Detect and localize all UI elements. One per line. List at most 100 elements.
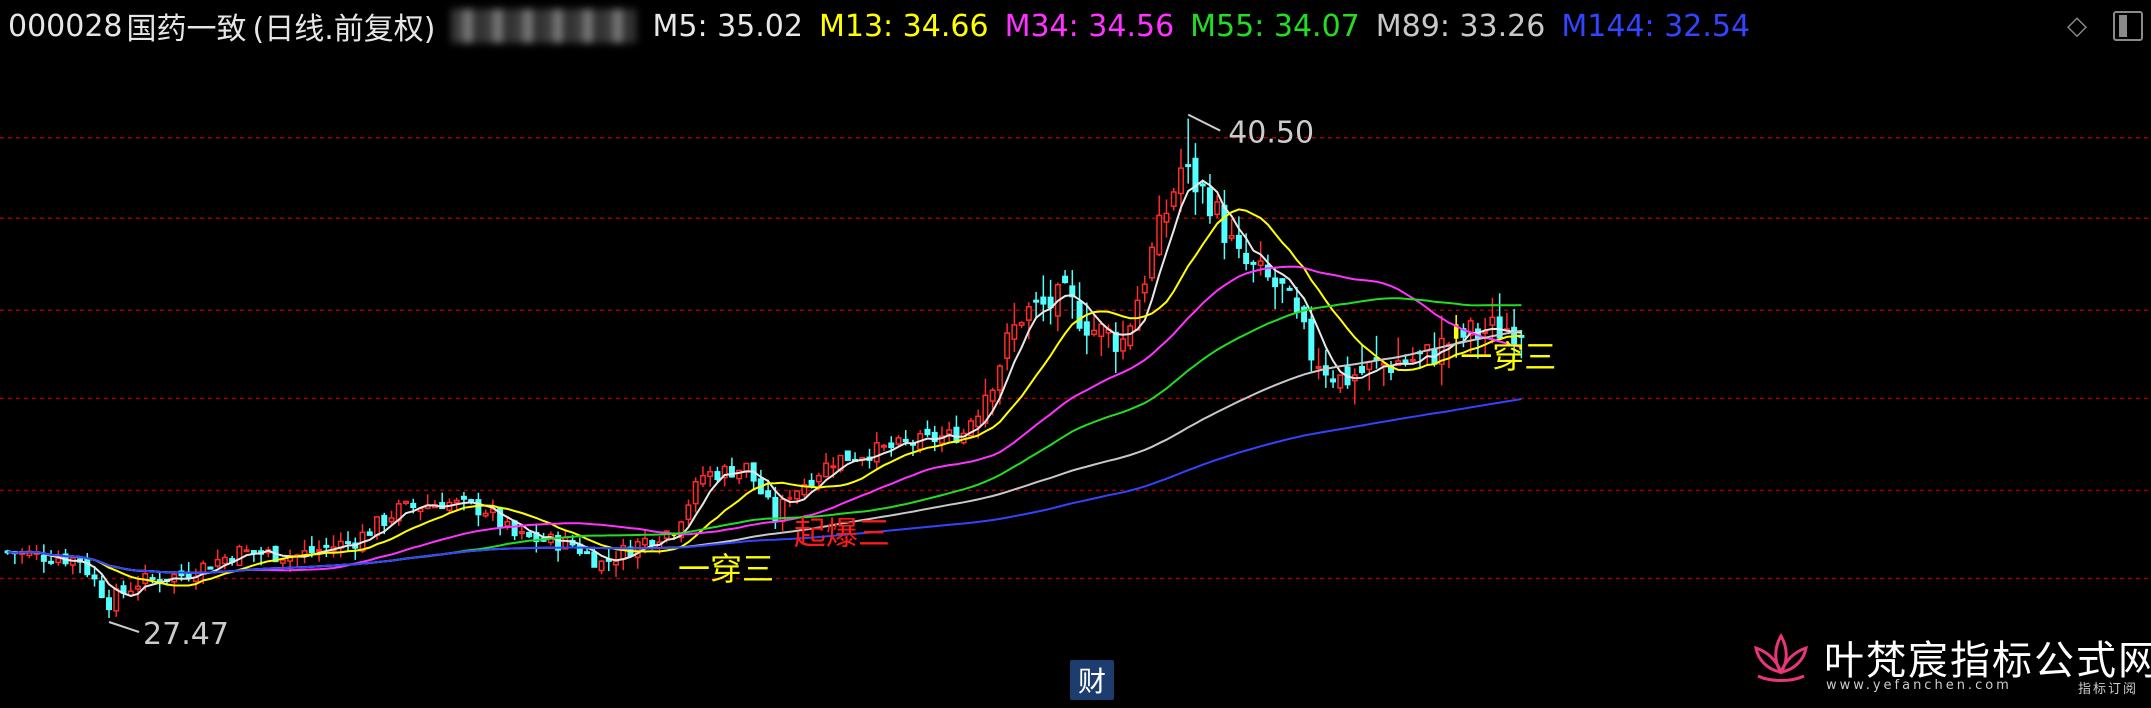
low-price-label: 27.47: [143, 617, 229, 652]
signal-label-1: 起爆三: [794, 514, 890, 552]
candle-127: [924, 420, 931, 437]
candle-163: [1185, 118, 1192, 184]
candle-14: [106, 589, 113, 619]
candle-206: [1496, 293, 1503, 339]
candle-122: [888, 436, 895, 457]
candle-148: [1076, 282, 1083, 332]
lotus-logo-icon: [1754, 633, 1808, 682]
candle-67: [489, 499, 496, 521]
candle-47: [345, 531, 352, 551]
candle-158: [1148, 242, 1155, 282]
candle-107: [779, 494, 786, 531]
ma144-label: M144: 32.54: [1561, 8, 1751, 44]
candle-113: [823, 453, 830, 478]
candle-165: [1199, 179, 1206, 204]
top-right-icons: ◇: [2061, 10, 2143, 42]
candle-196: [1424, 344, 1431, 366]
candle-192: [1395, 337, 1402, 366]
candle-48: [352, 537, 359, 560]
candle-29: [214, 549, 221, 568]
ma5-label: M5: 35.02: [652, 8, 803, 44]
candle-179: [1301, 304, 1308, 330]
candles: [4, 118, 1525, 619]
diamond-icon[interactable]: ◇: [2061, 10, 2093, 42]
candle-76: [555, 531, 562, 562]
candle-95: [692, 477, 699, 513]
candle-144: [1047, 279, 1054, 325]
candle-96: [699, 466, 706, 487]
candle-58: [424, 494, 431, 510]
stock-name: 国药一致: [126, 12, 247, 47]
candle-146: [1062, 270, 1069, 284]
candle-57: [417, 507, 424, 521]
candle-108: [787, 489, 793, 508]
watermark-url: www.yefanchen.com: [1826, 678, 2012, 693]
candle-82: [598, 560, 605, 575]
stock-code: 000028: [8, 8, 123, 44]
candle-26: [192, 568, 199, 590]
candle-157: [1141, 275, 1148, 303]
candle-84: [613, 551, 620, 577]
candle-2: [19, 548, 26, 564]
ma55-label: M55: 34.07: [1190, 8, 1360, 44]
candle-189: [1373, 335, 1380, 369]
candle-187: [1359, 344, 1366, 376]
candle-118: [859, 456, 866, 467]
ma-line-m5: [7, 179, 1522, 597]
candle-160: [1163, 199, 1170, 238]
candle-65: [475, 492, 482, 527]
candle-110: [801, 478, 808, 498]
candle-190: [1380, 360, 1387, 387]
candle-191: [1388, 361, 1395, 381]
candle-6: [48, 550, 55, 566]
candle-120: [873, 432, 880, 470]
watermark: 叶梵宸指标公式网 www.yefanchen.com 指标订阅: [1748, 626, 2151, 706]
window-icon[interactable]: [2113, 11, 2143, 41]
candle-151: [1098, 321, 1105, 356]
candle-93: [678, 520, 685, 543]
candle-131: [953, 415, 960, 444]
candle-145: [1054, 282, 1061, 332]
candle-41: [301, 539, 308, 564]
candle-94: [685, 499, 692, 526]
candle-185: [1344, 356, 1351, 389]
candle-161: [1170, 187, 1177, 211]
high-price-label: 40.50: [1228, 116, 1314, 151]
candle-32: [236, 544, 243, 566]
ma89-label: M89: 33.26: [1375, 8, 1546, 44]
candle-177: [1286, 285, 1293, 291]
candle-169: [1228, 219, 1235, 242]
candle-159: [1156, 195, 1163, 257]
chart-header: 000028 国药一致 (日线.前复权) M5: 35.02 M13: 34.6…: [8, 6, 1766, 48]
candle-45: [330, 535, 337, 558]
candle-142: [1033, 291, 1040, 318]
candle-55: [402, 500, 409, 506]
candle-176: [1279, 278, 1286, 304]
candle-23: [171, 573, 178, 594]
candle-156: [1134, 286, 1141, 331]
ma-line-m55: [7, 297, 1522, 574]
candle-184: [1337, 374, 1344, 393]
candle-121: [881, 443, 888, 451]
candle-28: [207, 566, 214, 570]
candle-154: [1120, 320, 1127, 360]
candle-104: [757, 469, 764, 495]
high-arrow: [1187, 113, 1221, 132]
candle-8: [62, 548, 69, 567]
candle-123: [895, 435, 902, 447]
candle-44: [323, 537, 330, 558]
candle-167: [1214, 194, 1221, 219]
candle-164: [1192, 143, 1199, 215]
finance-badge[interactable]: 财: [1070, 660, 1114, 700]
candlestick-chart[interactable]: 40.5027.47一穿三起爆三一穿三: [0, 0, 2151, 708]
candle-116: [844, 450, 851, 461]
ma-line-m89: [7, 329, 1522, 574]
watermark-sub: 指标订阅: [2077, 682, 2138, 697]
candle-33: [243, 545, 250, 553]
grid-lines: [0, 137, 2151, 580]
candle-138: [1004, 323, 1011, 371]
candle-153: [1112, 322, 1119, 373]
candle-66: [482, 509, 489, 518]
candle-16: [120, 580, 127, 599]
candle-183: [1330, 370, 1337, 388]
